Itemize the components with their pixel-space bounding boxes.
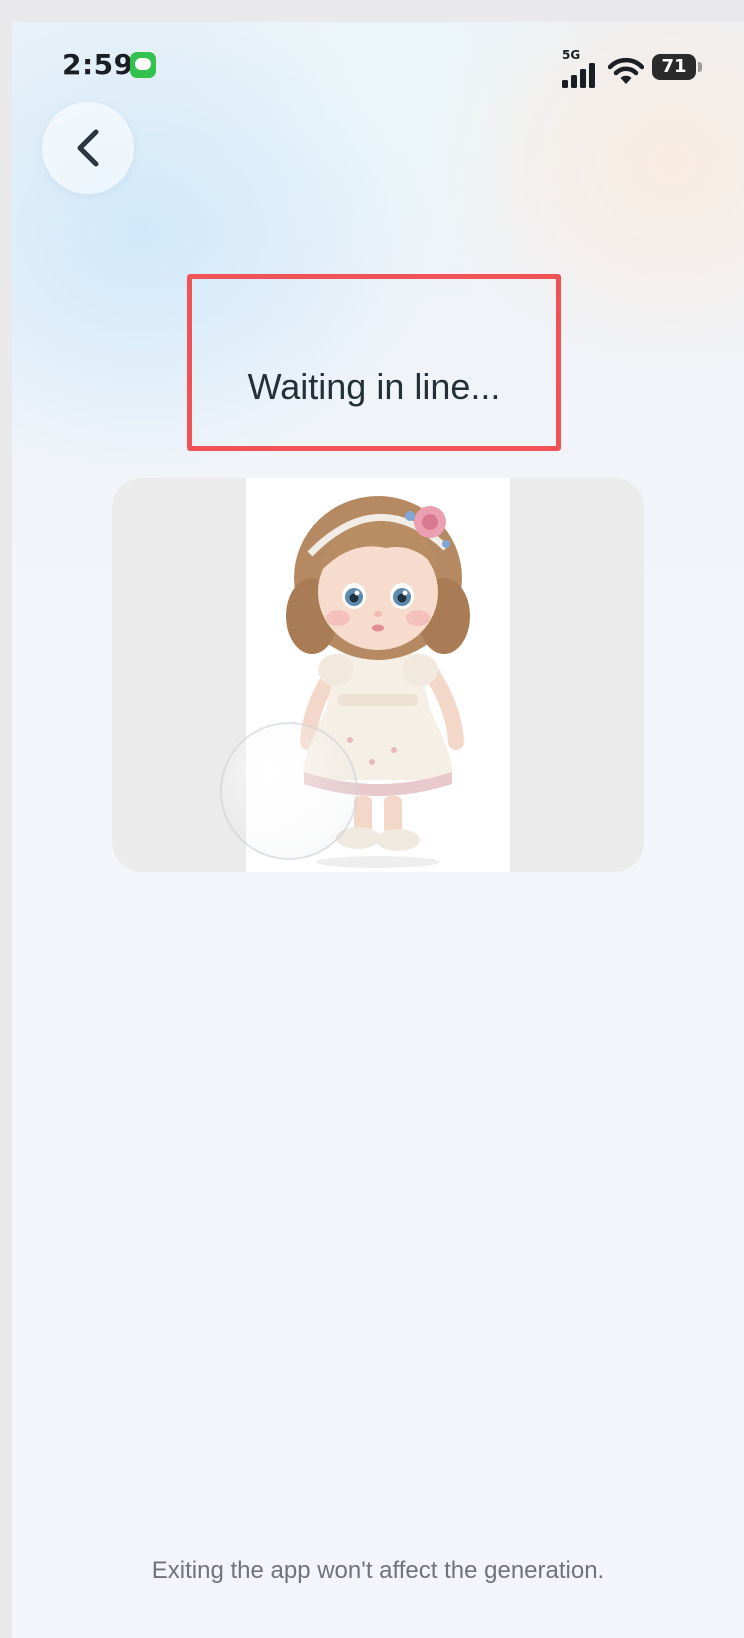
back-button[interactable]	[42, 102, 134, 194]
preview-image-card	[112, 478, 644, 872]
status-time: 2:59	[62, 48, 134, 81]
status-title-highlight: Waiting in line...	[187, 274, 561, 451]
signal-icon	[562, 62, 598, 88]
app-screen: 2:59 5G 71 Waiting in line... Exiting th…	[12, 22, 744, 1638]
status-title: Waiting in line...	[247, 366, 501, 407]
battery-icon: 71	[652, 54, 702, 80]
network-type-label: 5G	[562, 48, 581, 62]
chevron-left-icon	[77, 129, 99, 167]
wifi-icon	[608, 57, 644, 84]
bubble-decoration	[220, 722, 358, 860]
footer-note: Exiting the app won't affect the generat…	[151, 1557, 605, 1584]
messages-icon	[130, 52, 156, 78]
